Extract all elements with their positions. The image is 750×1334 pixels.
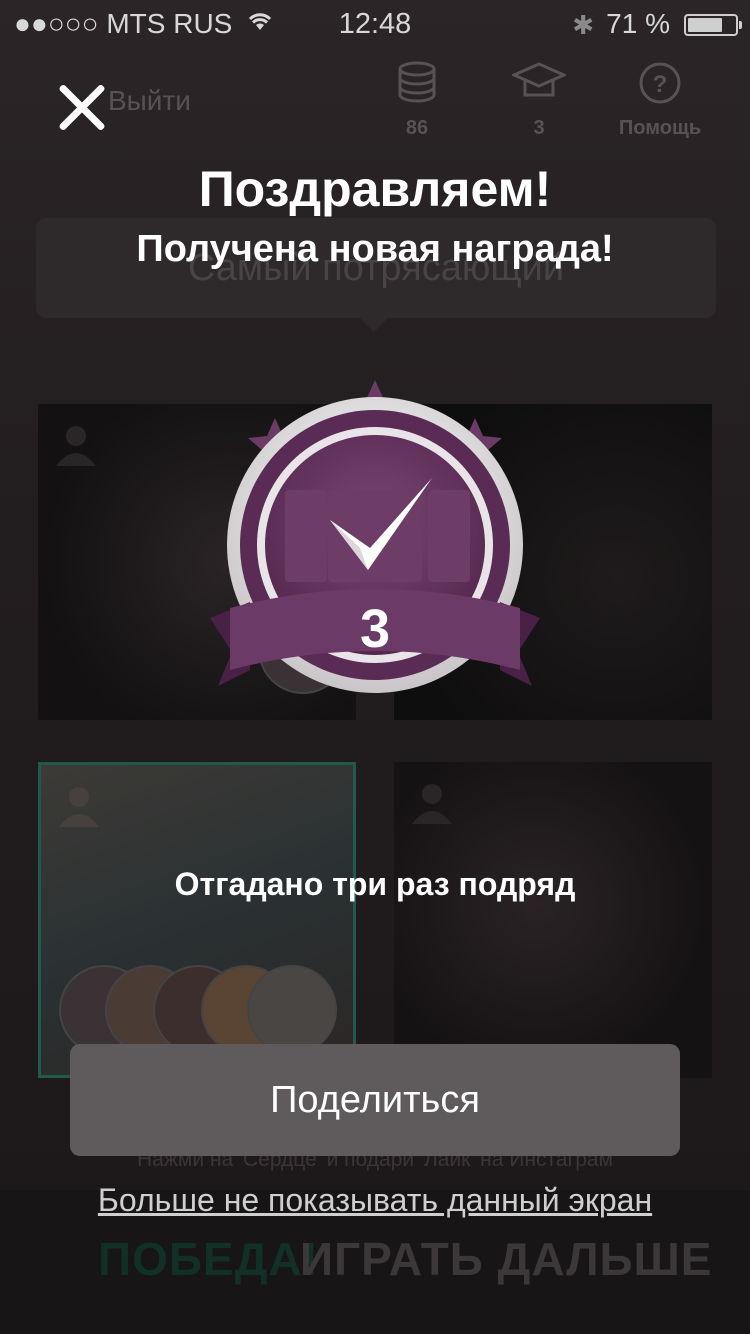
dialog-title: Поздравляем! bbox=[198, 161, 552, 217]
user-placeholder-icon bbox=[59, 787, 99, 827]
achievement-text: Отгадано три раз подряд bbox=[174, 866, 576, 902]
user-placeholder-icon bbox=[412, 784, 452, 824]
badge-number: 3 bbox=[359, 599, 391, 659]
graduation-cap-icon bbox=[512, 62, 566, 97]
win-label: ПОБЕДА! bbox=[98, 1233, 319, 1285]
dont-show-again-link[interactable]: Больше не показывать данный экран bbox=[0, 1182, 750, 1219]
help-icon: ? bbox=[639, 62, 681, 104]
continue-button[interactable]: ИГРАТЬ ДАЛЬШЕ bbox=[300, 1232, 712, 1286]
share-button[interactable]: Поделиться bbox=[70, 1044, 680, 1156]
top-navigation: Выйти 86 3 ? Помощь bbox=[0, 55, 750, 155]
photo-option-4[interactable] bbox=[394, 762, 712, 1078]
avatar bbox=[247, 965, 337, 1055]
level-value: 3 bbox=[533, 117, 545, 139]
level-counter: 3 bbox=[489, 61, 589, 140]
help-label: Помощь bbox=[618, 117, 702, 139]
battery-icon bbox=[684, 14, 742, 36]
status-bar: ●●○○○ MTS RUS 12:48 ✱ 71 % bbox=[0, 0, 750, 50]
photo-option-3-selected[interactable] bbox=[38, 762, 356, 1078]
coins-icon bbox=[398, 61, 436, 103]
coins-value: 86 bbox=[405, 117, 429, 139]
bluetooth-icon: ✱ bbox=[572, 10, 594, 40]
exit-label[interactable]: Выйти bbox=[108, 85, 191, 117]
user-placeholder-icon bbox=[56, 426, 96, 466]
coins-counter: 86 bbox=[367, 61, 467, 140]
help-button[interactable]: ? Помощь bbox=[610, 61, 710, 140]
dialog-subtitle: Получена новая награда! bbox=[136, 228, 614, 270]
close-icon[interactable] bbox=[56, 82, 108, 134]
svg-text:?: ? bbox=[653, 71, 668, 98]
battery-percent: 71 % bbox=[606, 8, 670, 39]
